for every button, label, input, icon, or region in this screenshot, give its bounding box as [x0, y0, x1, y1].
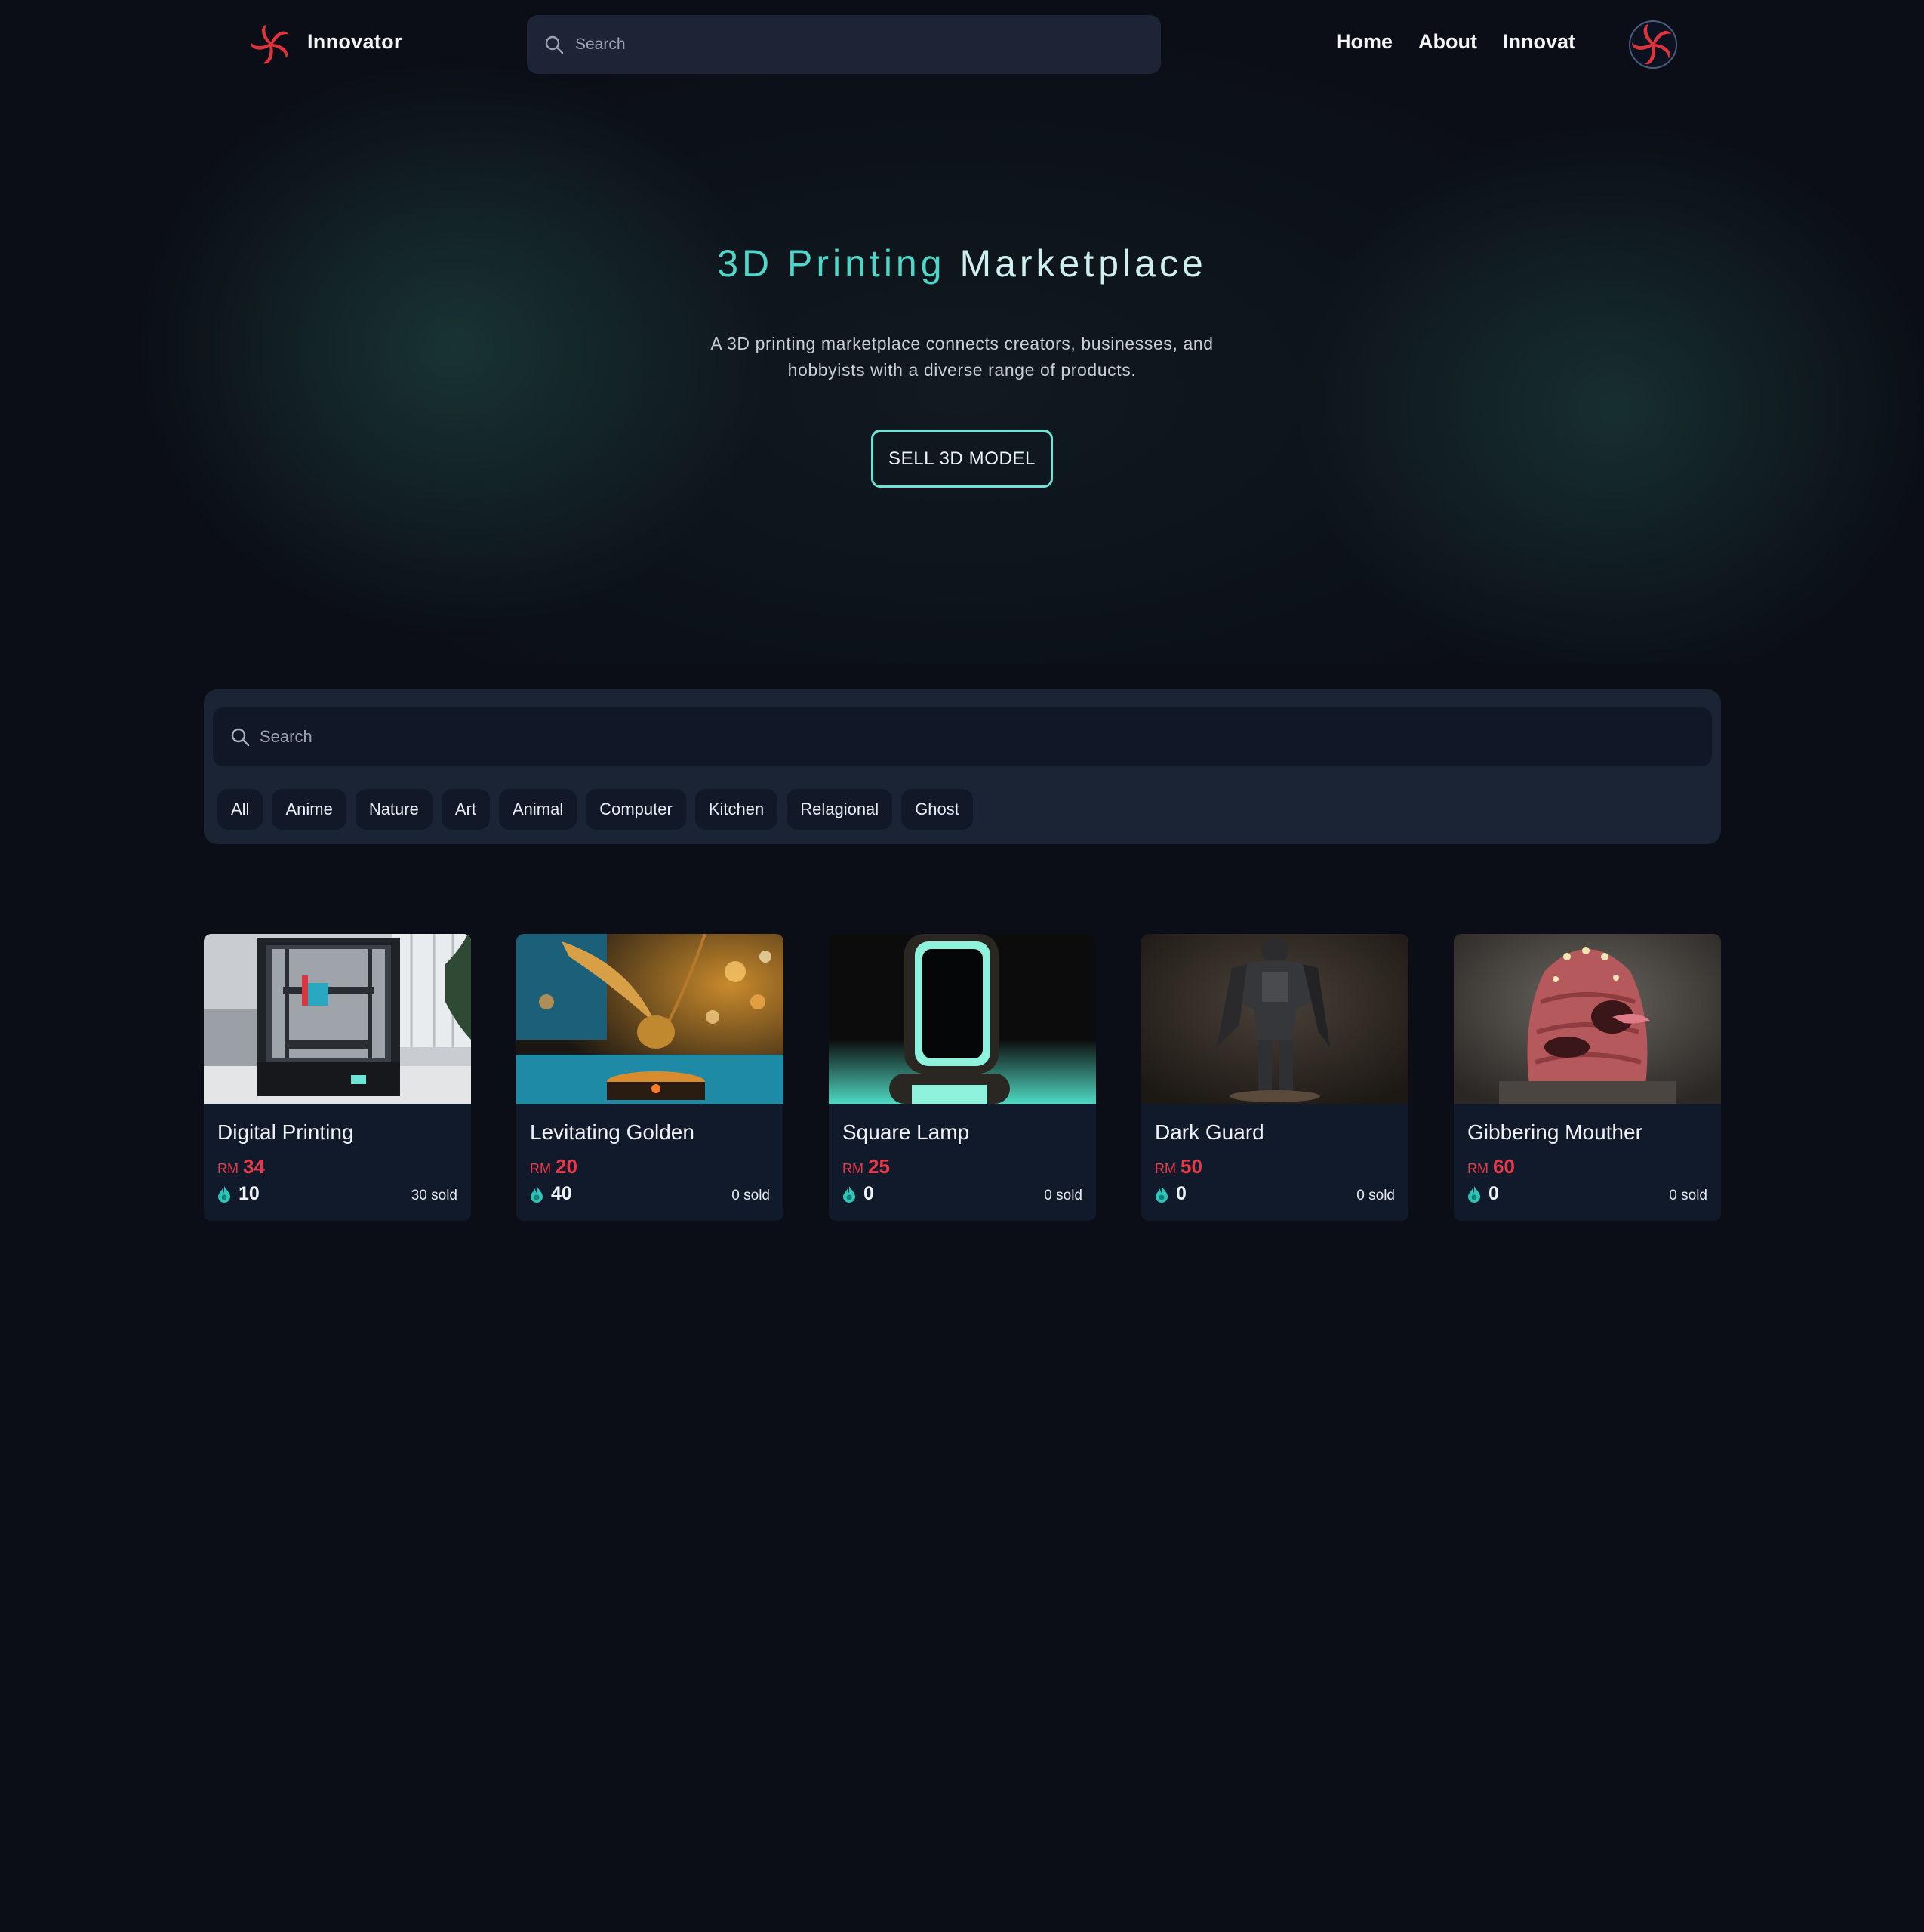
product-likes: 40: [530, 1183, 572, 1205]
product-likes: 0: [842, 1183, 874, 1205]
flame-icon: [1156, 1185, 1168, 1203]
product-likes: 0: [1467, 1183, 1499, 1205]
product-grid: Digital Printing RM 34 10 30 sold Levita…: [204, 934, 1721, 1221]
product-search-bar[interactable]: [213, 707, 1712, 766]
hero-title: 3D Printing Marketplace: [0, 242, 1924, 285]
product-likes: 0: [1155, 1183, 1187, 1205]
flame-icon: [1468, 1185, 1480, 1203]
category-chip-art[interactable]: Art: [441, 789, 490, 830]
pinwheel-avatar-icon: [1632, 23, 1671, 65]
flame-icon: [218, 1185, 230, 1203]
likes-count: 0: [863, 1183, 874, 1204]
price-currency: RM: [842, 1161, 863, 1176]
product-price: RM 50: [1155, 1155, 1202, 1179]
hero-title-rest: Marketplace: [945, 242, 1207, 285]
product-card[interactable]: Gibbering Mouther RM 60 0 0 sold: [1454, 934, 1721, 1221]
brand-name[interactable]: Innovator: [307, 30, 402, 54]
category-chips: All Anime Nature Art Animal Computer Kit…: [217, 789, 973, 830]
product-image-gibbering-mouther: [1454, 934, 1721, 1104]
product-card[interactable]: Digital Printing RM 34 10 30 sold: [204, 934, 471, 1221]
sold-count: 0 sold: [1044, 1188, 1082, 1203]
nav-link-innovat[interactable]: Innovat: [1503, 30, 1575, 54]
hero-title-accent: 3D Printing: [717, 242, 946, 285]
sold-count: 0 sold: [731, 1188, 770, 1203]
category-chip-relagional[interactable]: Relagional: [787, 789, 893, 830]
product-likes: 10: [217, 1183, 260, 1205]
price-amount: 34: [243, 1155, 265, 1178]
sold-count: 0 sold: [1669, 1188, 1707, 1203]
product-image-square-lamp: [829, 934, 1096, 1104]
search-icon: [545, 35, 564, 54]
product-image-dark-guard: [1141, 934, 1408, 1104]
likes-count: 0: [1176, 1183, 1187, 1204]
product-image-levitating-golden: [516, 934, 783, 1104]
nav-search-input[interactable]: [575, 35, 1104, 54]
pinwheel-logo-icon[interactable]: [249, 23, 293, 66]
top-nav: Innovator Home About Innovat: [0, 0, 1924, 89]
product-price: RM 20: [530, 1155, 577, 1179]
price-amount: 50: [1181, 1155, 1202, 1178]
product-name: Levitating Golden: [530, 1120, 694, 1144]
price-amount: 20: [556, 1155, 577, 1178]
likes-count: 40: [551, 1183, 572, 1204]
category-chip-all[interactable]: All: [217, 789, 263, 830]
product-search-input[interactable]: [260, 727, 1618, 747]
price-amount: 60: [1493, 1155, 1515, 1178]
product-name: Gibbering Mouther: [1467, 1120, 1642, 1144]
search-icon: [231, 728, 250, 747]
product-name: Dark Guard: [1155, 1120, 1264, 1144]
category-chip-computer[interactable]: Computer: [586, 789, 686, 830]
category-chip-animal[interactable]: Animal: [498, 789, 577, 830]
flame-icon: [531, 1185, 543, 1203]
category-chip-ghost[interactable]: Ghost: [901, 789, 973, 830]
product-name: Digital Printing: [217, 1120, 354, 1144]
product-price: RM 34: [217, 1155, 265, 1179]
sold-count: 0 sold: [1356, 1188, 1395, 1203]
price-currency: RM: [217, 1161, 239, 1176]
product-card[interactable]: Levitating Golden RM 20 40 0 sold: [516, 934, 783, 1221]
price-amount: 25: [868, 1155, 890, 1178]
product-price: RM 25: [842, 1155, 890, 1179]
filter-panel: All Anime Nature Art Animal Computer Kit…: [204, 689, 1721, 844]
category-chip-nature[interactable]: Nature: [355, 789, 433, 830]
product-name: Square Lamp: [842, 1120, 970, 1144]
nav-links: Home About Innovat: [1336, 30, 1575, 54]
product-price: RM 60: [1467, 1155, 1515, 1179]
price-currency: RM: [1467, 1161, 1488, 1176]
price-currency: RM: [1155, 1161, 1176, 1176]
price-currency: RM: [530, 1161, 551, 1176]
sold-count: 30 sold: [411, 1188, 457, 1203]
nav-link-about[interactable]: About: [1418, 30, 1477, 54]
flame-icon: [843, 1185, 855, 1203]
hero-description: A 3D printing marketplace connects creat…: [710, 334, 1214, 380]
category-chip-anime[interactable]: Anime: [272, 789, 346, 830]
product-card[interactable]: Dark Guard RM 50 0 0 sold: [1141, 934, 1408, 1221]
nav-search-bar[interactable]: [527, 15, 1161, 74]
product-image-3d-printer: [204, 934, 471, 1104]
category-chip-kitchen[interactable]: Kitchen: [694, 789, 778, 830]
sell-3d-model-button[interactable]: SELL 3D MODEL: [871, 430, 1053, 488]
likes-count: 0: [1488, 1183, 1499, 1204]
product-card[interactable]: Square Lamp RM 25 0 0 sold: [829, 934, 1096, 1221]
nav-link-home[interactable]: Home: [1336, 30, 1393, 54]
likes-count: 10: [239, 1183, 260, 1204]
avatar[interactable]: [1629, 20, 1677, 69]
page: Innovator Home About Innovat: [0, 0, 1924, 1932]
